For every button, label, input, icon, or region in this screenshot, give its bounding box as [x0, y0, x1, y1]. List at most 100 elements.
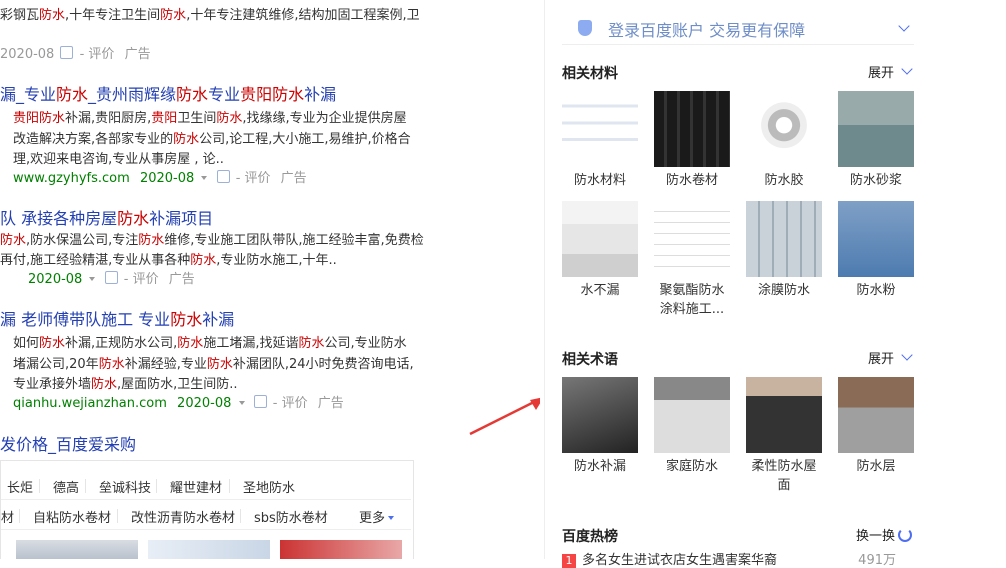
brand-chip[interactable]: 耀世建材: [170, 477, 222, 496]
term-card[interactable]: 家庭防水: [654, 377, 730, 476]
thumbnail-image[interactable]: [562, 201, 638, 277]
card-label[interactable]: 家庭防水: [654, 457, 730, 476]
material-card[interactable]: 防水材料: [562, 91, 638, 190]
verified-icon[interactable]: [104, 271, 118, 284]
text-span: 补漏经验,专业: [124, 357, 207, 372]
card-label[interactable]: 涂膜防水: [746, 281, 822, 300]
dropdown-caret-icon[interactable]: [89, 277, 96, 281]
material-card[interactable]: 防水卷材: [654, 91, 730, 190]
chevron-down-icon[interactable]: [901, 63, 913, 75]
result-source: qianhu.wejianzhan.com 2020-08 - 评价 广告: [13, 394, 344, 414]
text-span: ,屋面防水,卫生间防..: [117, 377, 238, 392]
rate-link[interactable]: - 评价: [124, 272, 159, 287]
product-thumbnail[interactable]: [280, 540, 402, 559]
red-arrow-icon: [469, 397, 540, 436]
material-card[interactable]: 防水砂浆: [838, 91, 914, 190]
card-label[interactable]: 水不漏: [562, 281, 638, 300]
thumbnail-image[interactable]: [746, 91, 822, 167]
card-label[interactable]: 防水胶: [746, 171, 822, 190]
brand-chip[interactable]: 垒诚科技: [99, 477, 151, 496]
card-label[interactable]: 柔性防水屋面: [746, 457, 822, 495]
keyword-highlight: 防水: [39, 8, 66, 23]
result-title-link[interactable]: 漏 老师傅带队施工 专业防水补漏: [0, 309, 234, 331]
card-label[interactable]: 防水材料: [562, 171, 638, 190]
result-url[interactable]: qianhu.wejianzhan.com: [13, 396, 167, 411]
refresh-button[interactable]: 换一换: [856, 525, 913, 544]
card-label[interactable]: 防水砂浆: [838, 171, 914, 190]
material-card[interactable]: 防水粉: [838, 201, 914, 300]
material-card[interactable]: 涂膜防水: [746, 201, 822, 300]
thumbnail-image[interactable]: [838, 201, 914, 277]
term-card[interactable]: 防水层: [838, 377, 914, 476]
ad-label[interactable]: 广告: [125, 47, 151, 62]
material-card[interactable]: 聚氨酯防水涂料施工...: [654, 201, 730, 319]
brand-chip[interactable]: 长炬: [7, 477, 33, 496]
result-title-link[interactable]: 队 承接各种房屋防水补漏项目: [0, 208, 213, 230]
rate-link[interactable]: - 评价: [80, 47, 115, 62]
term-card[interactable]: 柔性防水屋面: [746, 377, 822, 495]
more-button[interactable]: 更多: [359, 507, 397, 526]
product-thumbnail[interactable]: [148, 540, 270, 559]
thumbnail-image[interactable]: [838, 377, 914, 453]
expand-button[interactable]: 展开: [868, 348, 894, 367]
expand-button[interactable]: 展开: [868, 62, 894, 81]
chevron-down-icon[interactable]: [901, 349, 913, 361]
aicaigou-title-link[interactable]: 发价格_百度爱采购: [0, 434, 136, 456]
dropdown-caret-icon[interactable]: [238, 401, 245, 405]
card-label[interactable]: 防水补漏: [562, 457, 638, 476]
search-results-column: 彩钢瓦防水,十年专注卫生间防水,十年专注建筑维修,结构加固工程案例,卫 2020…: [0, 0, 540, 559]
thumbnail-image[interactable]: [746, 201, 822, 277]
card-label[interactable]: 防水粉: [838, 281, 914, 300]
ad-label[interactable]: 广告: [318, 396, 344, 411]
card-label[interactable]: 防水层: [838, 457, 914, 476]
login-bar[interactable]: 登录百度账户 交易更有保障: [562, 12, 914, 45]
related-terms-title: 相关术语: [562, 352, 618, 368]
product-thumbnail[interactable]: [16, 540, 138, 559]
thumbnail-image[interactable]: [654, 91, 730, 167]
keyword-highlight: 防水: [39, 111, 66, 126]
chevron-down-icon: [388, 516, 395, 520]
rate-link[interactable]: - 评价: [236, 171, 271, 186]
text-span: ,十年专注卫生间: [65, 8, 161, 23]
card-label[interactable]: 防水卷材: [654, 171, 730, 190]
verified-icon[interactable]: [253, 395, 267, 408]
keyword-highlight: 贵阳: [151, 111, 178, 126]
thumbnail-image[interactable]: [654, 201, 730, 277]
rate-link[interactable]: - 评价: [273, 396, 308, 411]
related-materials-title: 相关材料: [562, 66, 618, 82]
thumbnail-image[interactable]: [838, 91, 914, 167]
result-title-link[interactable]: 漏_专业防水_贵州雨辉缘防水专业贵阳防水补漏: [0, 84, 336, 106]
brand-chip[interactable]: 圣地防水: [243, 477, 295, 496]
ad-label[interactable]: 广告: [281, 171, 307, 186]
thumbnail-image[interactable]: [746, 377, 822, 453]
result-date: 2020-08: [0, 47, 55, 62]
thumbnail-image[interactable]: [562, 377, 638, 453]
text-span: _贵州雨辉缘: [88, 85, 177, 104]
dropdown-caret-icon[interactable]: [201, 176, 208, 180]
text-span: 补漏,贵阳厨房,: [65, 111, 152, 126]
product-chip[interactable]: 改性沥青防水卷材: [131, 507, 235, 526]
term-card[interactable]: 防水补漏: [562, 377, 638, 476]
text-span: 漏_专业: [0, 85, 57, 104]
verified-icon[interactable]: [60, 46, 74, 59]
verified-icon[interactable]: [216, 170, 230, 183]
text-span: ,找缘缘,专业为企业提供房屋: [242, 111, 407, 126]
chevron-down-icon[interactable]: [898, 20, 910, 32]
thumbnail-image[interactable]: [654, 377, 730, 453]
rank-badge: 1: [562, 554, 576, 568]
material-card[interactable]: 防水胶: [746, 91, 822, 190]
thumbnail-image[interactable]: [562, 91, 638, 167]
ad-label[interactable]: 广告: [169, 272, 195, 287]
product-chip[interactable]: sbs防水卷材: [254, 507, 328, 526]
card-label[interactable]: 聚氨酯防水涂料施工...: [654, 281, 730, 319]
login-prompt[interactable]: 登录百度账户 交易更有保障: [608, 17, 805, 41]
keyword-highlight: 防水: [216, 111, 243, 126]
product-chip[interactable]: 材: [1, 507, 14, 526]
result-url[interactable]: www.gzyhyfs.com: [13, 171, 130, 186]
more-label: 更多: [359, 511, 386, 526]
text-span: 公司,专业防水: [324, 336, 407, 351]
product-chip[interactable]: 自粘防水卷材: [33, 507, 111, 526]
material-card[interactable]: 水不漏: [562, 201, 638, 300]
brand-chip[interactable]: 德高: [53, 477, 79, 496]
result-source: 2020-08 - 评价 广告: [0, 45, 151, 65]
